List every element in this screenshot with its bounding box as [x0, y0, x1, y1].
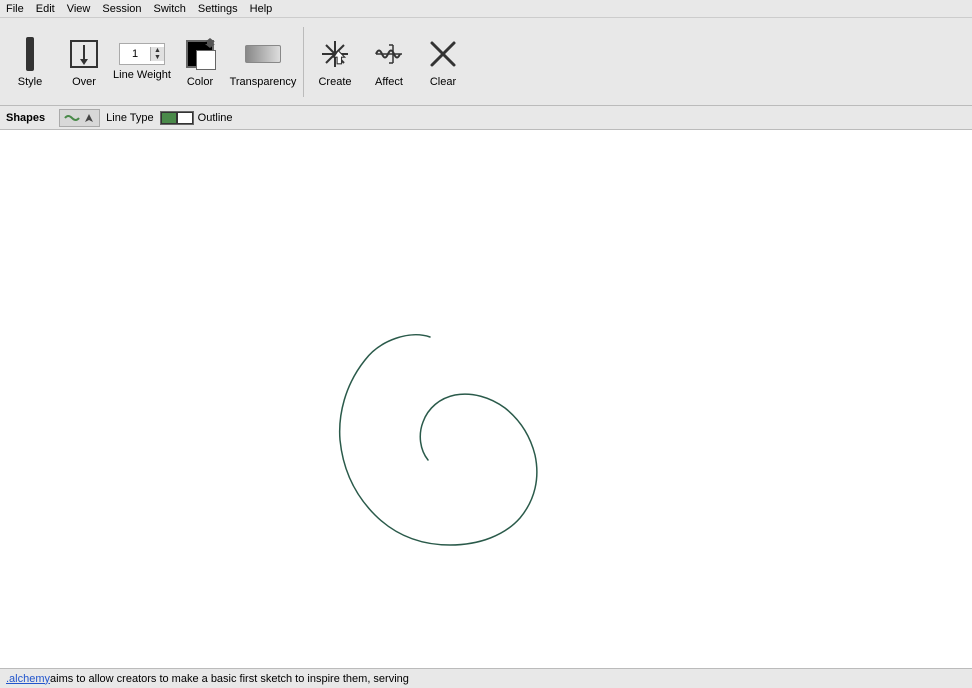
- sketch-path-1: [340, 335, 537, 545]
- shapes-bar: Shapes Line Type Outline: [0, 106, 972, 130]
- style-label: Style: [18, 76, 42, 88]
- menu-bar: File Edit View Session Switch Settings H…: [0, 0, 972, 18]
- toolbar-divider-1: [303, 27, 304, 97]
- transparency-button[interactable]: Transparency: [228, 23, 298, 101]
- color-button[interactable]: Color: [174, 23, 226, 101]
- shapes-controls: Line Type Outline: [59, 109, 232, 127]
- menu-edit[interactable]: Edit: [36, 3, 55, 15]
- transparency-bar: [245, 45, 281, 63]
- clear-icon: [425, 36, 461, 72]
- color-label: Color: [187, 76, 213, 88]
- outline-group: Outline: [160, 111, 233, 125]
- menu-session[interactable]: Session: [102, 3, 141, 15]
- line-weight-input[interactable]: [120, 44, 150, 64]
- line-weight-icon: ▲ ▼: [124, 43, 160, 65]
- outline-swatch-green[interactable]: [161, 112, 177, 124]
- status-bar: .alchemy aims to allow creators to make …: [0, 668, 972, 688]
- transparency-label: Transparency: [230, 76, 297, 88]
- create-icon: [317, 36, 353, 72]
- line-weight-label: Line Weight: [113, 69, 171, 81]
- create-label: Create: [318, 76, 351, 88]
- outline-swatch-white[interactable]: [177, 112, 193, 124]
- line-weight-button[interactable]: ▲ ▼ Line Weight: [112, 23, 172, 101]
- canvas-area[interactable]: [0, 130, 972, 668]
- clear-label: Clear: [430, 76, 456, 88]
- create-button[interactable]: Create: [309, 23, 361, 101]
- outline-label: Outline: [198, 112, 233, 124]
- menu-view[interactable]: View: [67, 3, 91, 15]
- menu-file[interactable]: File: [6, 3, 24, 15]
- status-description: aims to allow creators to make a basic f…: [50, 673, 409, 685]
- line-type-solid-icon[interactable]: [64, 112, 80, 124]
- drawing-canvas[interactable]: [0, 130, 972, 668]
- clear-button[interactable]: Clear: [417, 23, 469, 101]
- affect-icon: [371, 36, 407, 72]
- line-type-arrow-icon: [83, 112, 95, 124]
- line-weight-up[interactable]: ▲: [151, 47, 164, 54]
- status-link[interactable]: .alchemy: [6, 673, 50, 685]
- menu-settings[interactable]: Settings: [198, 3, 238, 15]
- toolbar: Style Over ▲ ▼ Line Weight: [0, 18, 972, 106]
- shapes-label: Shapes: [6, 112, 45, 124]
- affect-button[interactable]: Affect: [363, 23, 415, 101]
- line-weight-down[interactable]: ▼: [151, 54, 164, 61]
- style-icon: [12, 36, 48, 72]
- transparency-icon: [245, 36, 281, 72]
- menu-help[interactable]: Help: [250, 3, 273, 15]
- menu-switch[interactable]: Switch: [154, 3, 186, 15]
- style-button[interactable]: Style: [4, 23, 56, 101]
- line-weight-spinner: ▲ ▼: [150, 47, 164, 61]
- line-weight-input-group[interactable]: ▲ ▼: [119, 43, 165, 65]
- over-button[interactable]: Over: [58, 23, 110, 101]
- line-type-label: Line Type: [106, 112, 154, 124]
- over-label: Over: [72, 76, 96, 88]
- color-swatch-bg: [196, 50, 216, 70]
- affect-label: Affect: [375, 76, 403, 88]
- over-icon: [66, 36, 102, 72]
- color-icon: [182, 36, 218, 72]
